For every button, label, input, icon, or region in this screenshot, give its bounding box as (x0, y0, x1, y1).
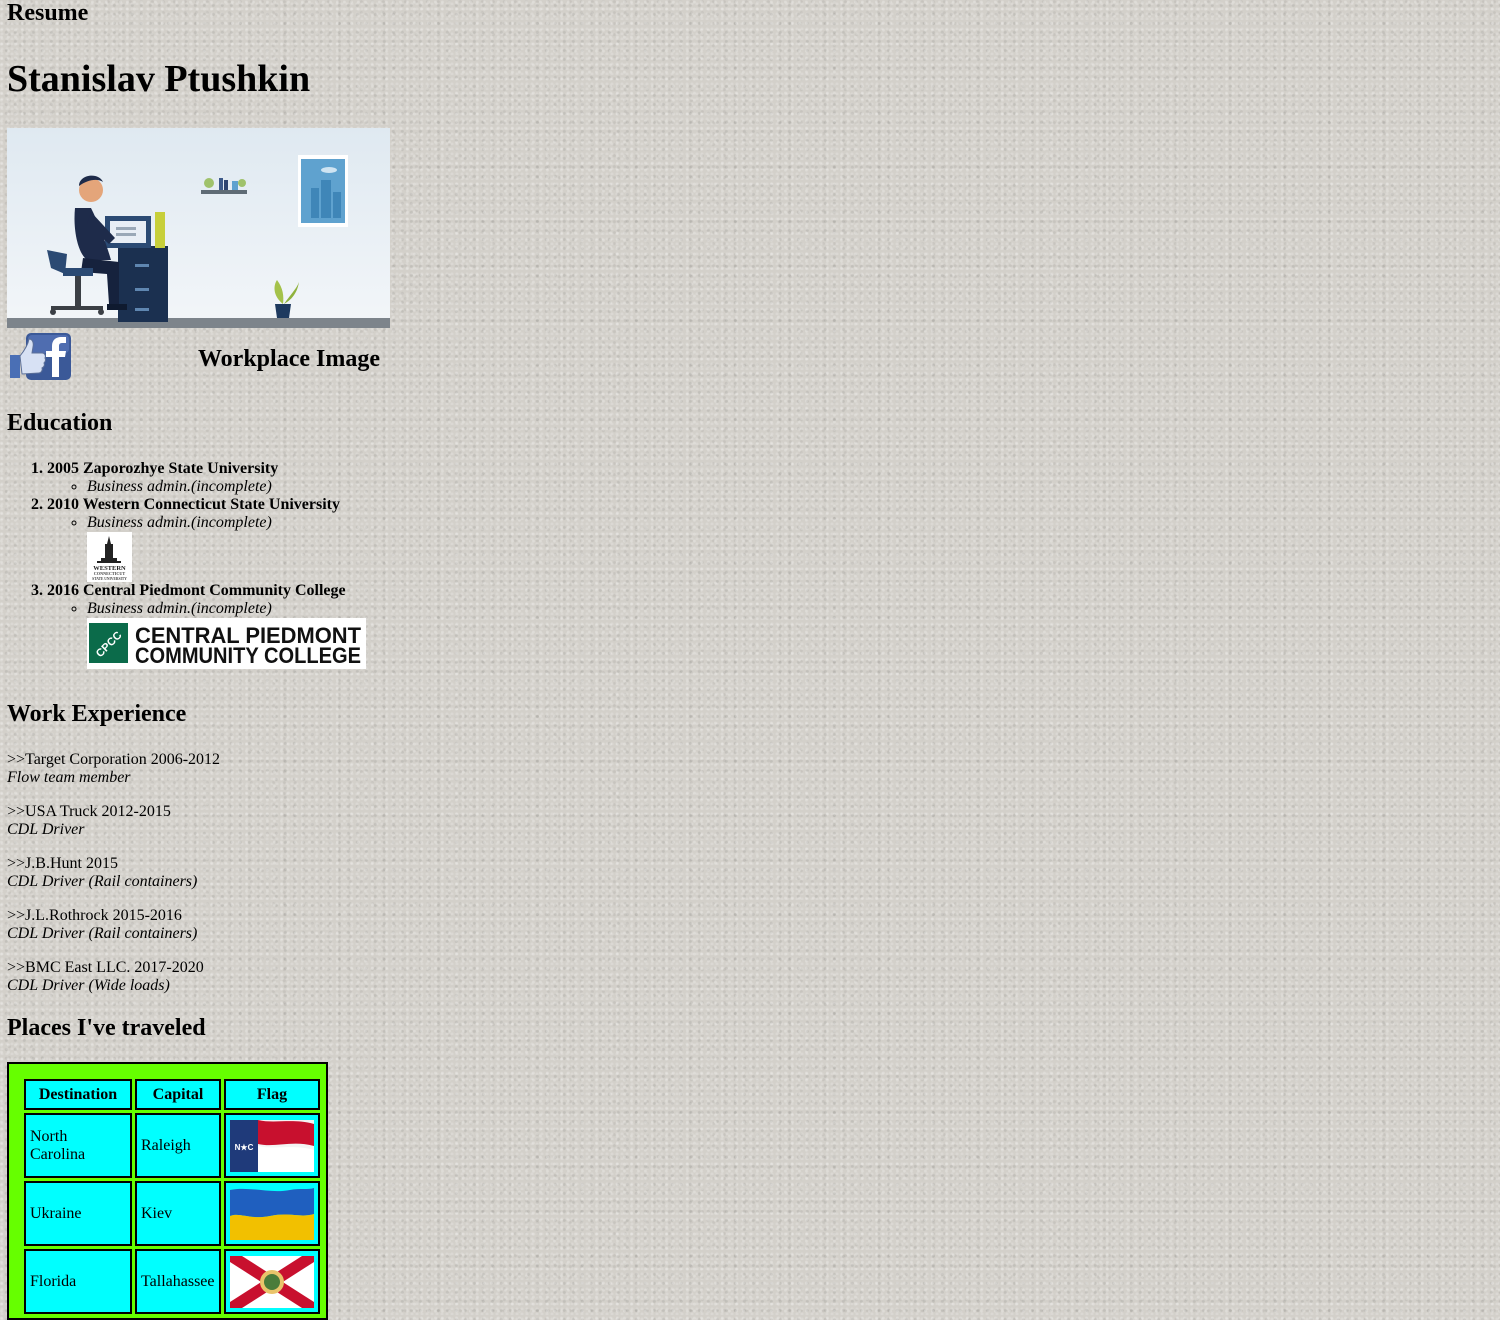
job-role: Flow team member (7, 769, 131, 786)
list-item: 2005 Zaporozhye State University Busines… (47, 460, 366, 496)
list-item: >>BMC East LLC. 2017-2020 CDL Driver (Wid… (7, 959, 220, 995)
florida-flag-icon (230, 1255, 314, 1308)
wcsu-logo-subtext: CONNECTICUT (94, 571, 126, 576)
job-role: CDL Driver (Rail containers) (7, 925, 198, 942)
company-name: >>BMC East LLC. 2017-2020 (7, 959, 204, 976)
company-name: >>Target Corporation 2006-2012 (7, 751, 221, 768)
travel-table-container: Destination Capital Flag North Carolina … (7, 1062, 328, 1320)
north-carolina-flag-text: N★C (235, 1143, 254, 1152)
workplace-image (7, 128, 390, 328)
list-item: >>USA Truck 2012-2015 CDL Driver (7, 803, 220, 839)
list-item: >>J.L.Rothrock 2015-2016 CDL Driver (Rail… (7, 907, 220, 943)
table-row: North Carolina Raleigh N★C (24, 1113, 320, 1178)
capital-cell: Kiev (135, 1181, 221, 1246)
wcsu-logo-subtext: STATE UNIVERSITY (92, 577, 127, 581)
table-row: Ukraine Kiev (24, 1181, 320, 1246)
flag-cell (224, 1181, 320, 1246)
education-heading: Education (7, 410, 113, 436)
background-tile-seam (0, 684, 1050, 686)
column-header-destination: Destination (24, 1079, 132, 1110)
capital-cell: Tallahassee (135, 1249, 221, 1314)
job-role: CDL Driver (Wide loads) (7, 977, 170, 994)
table-header-row: Destination Capital Flag (24, 1079, 320, 1110)
school-name: 2016 Central Piedmont Community College (47, 582, 346, 599)
places-traveled-heading: Places I've traveled (7, 1015, 206, 1041)
cpcc-logo: CPCC CENTRAL PIEDMONT COMMUNITY COLLEGE (87, 618, 366, 669)
ukraine-flag-icon (230, 1187, 314, 1240)
company-name: >>J.B.Hunt 2015 (7, 855, 118, 872)
column-header-flag: Flag (224, 1079, 320, 1110)
table-row: Florida Tallahassee (24, 1249, 320, 1314)
column-header-capital: Capital (135, 1079, 221, 1110)
capital-cell: Raleigh (135, 1113, 221, 1178)
job-role: CDL Driver (7, 821, 85, 838)
program-name: Business admin.(incomplete) (87, 478, 366, 496)
school-name: 2005 Zaporozhye State University (47, 460, 279, 477)
list-item: 2010 Western Connecticut State Universit… (47, 496, 366, 582)
program-name: Business admin.(incomplete) (87, 600, 366, 618)
work-experience-list: >>Target Corporation 2006-2012 Flow team … (7, 751, 220, 1011)
list-item: >>J.B.Hunt 2015 CDL Driver (Rail containe… (7, 855, 220, 891)
flag-cell: N★C (224, 1113, 320, 1178)
education-list: 2005 Zaporozhye State University Busines… (7, 460, 366, 669)
background-tile-seam (1049, 0, 1051, 1318)
facebook-like-icon[interactable] (8, 333, 71, 380)
document-title: Resume (7, 0, 89, 26)
list-item: 2016 Central Piedmont Community College … (47, 582, 366, 669)
destination-cell: North Carolina (24, 1113, 132, 1178)
cpcc-logo-text: COMMUNITY COLLEGE (135, 643, 361, 668)
program-name: Business admin.(incomplete) (87, 514, 366, 532)
workplace-image-caption: Workplace Image (198, 346, 380, 372)
destination-cell: Florida (24, 1249, 132, 1314)
destination-cell: Ukraine (24, 1181, 132, 1246)
flag-cell (224, 1249, 320, 1314)
job-role: CDL Driver (Rail containers) (7, 873, 198, 890)
work-experience-heading: Work Experience (7, 701, 187, 727)
north-carolina-flag-icon: N★C (230, 1119, 314, 1172)
wcsu-logo: WESTERN CONNECTICUT STATE UNIVERSITY (87, 532, 132, 582)
company-name: >>J.L.Rothrock 2015-2016 (7, 907, 182, 924)
list-item: >>Target Corporation 2006-2012 Flow team … (7, 751, 220, 787)
person-name: Stanislav Ptushkin (7, 58, 311, 100)
company-name: >>USA Truck 2012-2015 (7, 803, 171, 820)
travel-table: Destination Capital Flag North Carolina … (21, 1076, 323, 1317)
school-name: 2010 Western Connecticut State Universit… (47, 496, 340, 513)
